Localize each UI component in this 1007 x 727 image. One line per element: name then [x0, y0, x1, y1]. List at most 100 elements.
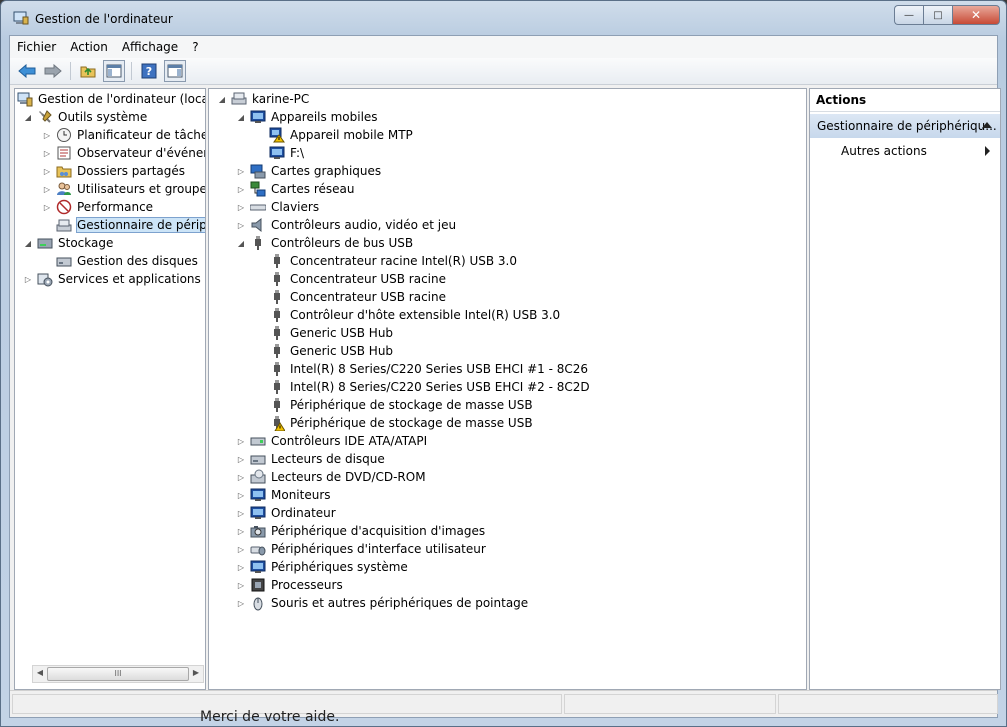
category-reseau[interactable]: ▷ Cartes réseau [236, 180, 354, 198]
tree-item-utilisateurs[interactable]: ▷ Utilisateurs et groupes l [42, 180, 205, 198]
scroll-right-arrow-icon[interactable]: ▶ [189, 666, 203, 680]
show-hide-action-pane-button[interactable] [164, 60, 186, 82]
expand-arrow-icon[interactable]: ▷ [236, 526, 246, 536]
expand-arrow-icon[interactable]: ▷ [236, 220, 246, 230]
expand-arrow-icon[interactable]: ▷ [236, 490, 246, 500]
actions-group-label: Gestionnaire de périphériqu... [817, 119, 997, 133]
collapse-arrow-icon[interactable]: ◢ [236, 238, 246, 248]
actions-group-device-manager[interactable]: Gestionnaire de périphériqu... [810, 114, 1000, 138]
tree-item-stockage[interactable]: ◢ Stockage [23, 234, 113, 252]
usb-device-item[interactable]: Concentrateur USB racine [255, 270, 446, 288]
menu-help[interactable]: ? [185, 40, 205, 54]
category-dvd[interactable]: ▷ Lecteurs de DVD/CD-ROM [236, 468, 426, 486]
collapse-arrow-icon[interactable]: ◢ [23, 238, 33, 248]
expand-arrow-icon[interactable]: ▷ [236, 544, 246, 554]
collapse-caret-icon[interactable] [982, 122, 992, 128]
menu-fichier[interactable]: Fichier [10, 40, 63, 54]
tree-item-planif[interactable]: ▷ Planificateur de tâches [42, 126, 205, 144]
forward-button[interactable] [42, 60, 64, 82]
autres-actions-menu[interactable]: Autres actions [810, 140, 1000, 162]
expand-arrow-icon[interactable]: ▷ [236, 508, 246, 518]
tree-item-performance[interactable]: ▷ Performance [42, 198, 153, 216]
mobile-warning-icon [269, 127, 285, 143]
show-hide-tree-button[interactable] [103, 60, 125, 82]
category-hid[interactable]: ▷ Périphériques d'interface utilisateur [236, 540, 486, 558]
computer-icon [250, 505, 266, 521]
device-mtp[interactable]: Appareil mobile MTP [255, 126, 413, 144]
category-souris[interactable]: ▷ Souris et autres périphériques de poin… [236, 594, 528, 612]
category-usb[interactable]: ◢ Contrôleurs de bus USB [236, 234, 413, 252]
tree-item-observateur[interactable]: ▷ Observateur d'événeme [42, 144, 205, 162]
category-mobiles[interactable]: ◢ Appareils mobiles [236, 108, 378, 126]
usb-plug-icon [269, 253, 285, 269]
usb-device-item[interactable]: Generic USB Hub [255, 324, 393, 342]
category-lecteurs-disque[interactable]: ▷ Lecteurs de disque [236, 450, 385, 468]
device-f-drive[interactable]: F:\ [255, 144, 304, 162]
expand-arrow-icon[interactable]: ▷ [236, 598, 246, 608]
device-root[interactable]: ◢ karine-PC [217, 90, 309, 108]
usb-device-item[interactable]: Intel(R) 8 Series/C220 Series USB EHCI #… [255, 378, 590, 396]
expand-arrow-icon[interactable]: ▷ [23, 274, 33, 284]
usb-device-item[interactable]: Generic USB Hub [255, 342, 393, 360]
maximize-button[interactable]: □ [923, 5, 952, 25]
horizontal-scrollbar[interactable]: ◀ III ▶ [32, 665, 204, 683]
expand-arrow-icon[interactable]: ▷ [236, 562, 246, 572]
expand-arrow-icon[interactable]: ▷ [236, 436, 246, 446]
category-acquisition[interactable]: ▷ Périphérique d'acquisition d'images [236, 522, 485, 540]
title-bar[interactable]: Gestion de l'ordinateur — □ ✕ [1, 1, 1006, 35]
menu-affichage[interactable]: Affichage [115, 40, 185, 54]
category-claviers[interactable]: ▷ Claviers [236, 198, 319, 216]
tree-item-services[interactable]: ▷ Services et applications [23, 270, 201, 288]
tree-item-gestionnaire[interactable]: Gestionnaire de périphé [42, 216, 205, 234]
actions-pane: Actions Gestionnaire de périphériqu... A… [809, 88, 1001, 690]
close-button[interactable]: ✕ [952, 5, 1000, 25]
usb-device-item[interactable]: Concentrateur USB racine [255, 288, 446, 306]
mouse-icon [250, 595, 266, 611]
scroll-left-arrow-icon[interactable]: ◀ [33, 666, 47, 680]
collapse-arrow-icon[interactable]: ◢ [217, 94, 227, 104]
collapse-arrow-icon[interactable]: ◢ [23, 112, 33, 122]
expand-arrow-icon[interactable]: ▷ [42, 148, 52, 158]
console-tree-pane[interactable]: Gestion de l'ordinateur (local) ◢ Outils… [14, 88, 206, 690]
menu-action[interactable]: Action [63, 40, 115, 54]
console-tree-icon [106, 64, 122, 78]
usb-device-item[interactable]: Périphérique de stockage de masse USB [255, 414, 533, 432]
category-ordinateur[interactable]: ▷ Ordinateur [236, 504, 336, 522]
clock-icon [56, 127, 72, 143]
expand-arrow-icon[interactable]: ▷ [236, 580, 246, 590]
toolbar: ? [10, 58, 997, 85]
category-ide[interactable]: ▷ Contrôleurs IDE ATA/ATAPI [236, 432, 427, 450]
expand-arrow-icon[interactable]: ▷ [236, 472, 246, 482]
scroll-thumb[interactable]: III [47, 667, 189, 681]
collapse-arrow-icon[interactable]: ◢ [236, 112, 246, 122]
up-folder-button[interactable] [77, 60, 99, 82]
menu-bar: Fichier Action Affichage ? [10, 36, 997, 59]
usb-device-item[interactable]: Contrôleur d'hôte extensible Intel(R) US… [255, 306, 560, 324]
expand-arrow-icon[interactable]: ▷ [42, 130, 52, 140]
device-manager-icon [56, 217, 72, 233]
expand-arrow-icon[interactable]: ▷ [236, 184, 246, 194]
category-moniteurs[interactable]: ▷ Moniteurs [236, 486, 331, 504]
usb-plug-icon [269, 343, 285, 359]
category-processeurs[interactable]: ▷ Processeurs [236, 576, 343, 594]
expand-arrow-icon[interactable]: ▷ [236, 202, 246, 212]
tree-item-outils[interactable]: ◢ Outils système [23, 108, 147, 126]
expand-arrow-icon[interactable]: ▷ [236, 166, 246, 176]
category-audio[interactable]: ▷ Contrôleurs audio, vidéo et jeu [236, 216, 456, 234]
back-button[interactable] [16, 60, 38, 82]
tree-item-disques[interactable]: Gestion des disques [42, 252, 198, 270]
device-manager-pane[interactable]: ◢ karine-PC ◢ Appareils mobiles Appareil… [208, 88, 807, 690]
usb-device-item[interactable]: Périphérique de stockage de masse USB [255, 396, 533, 414]
category-systeme[interactable]: ▷ Périphériques système [236, 558, 408, 576]
minimize-button[interactable]: — [894, 5, 923, 25]
expand-arrow-icon[interactable]: ▷ [236, 454, 246, 464]
expand-arrow-icon[interactable]: ▷ [42, 202, 52, 212]
expand-arrow-icon[interactable]: ▷ [42, 166, 52, 176]
help-button[interactable]: ? [138, 60, 160, 82]
tree-item-dossiers[interactable]: ▷ Dossiers partagés [42, 162, 185, 180]
usb-device-item[interactable]: Intel(R) 8 Series/C220 Series USB EHCI #… [255, 360, 588, 378]
expand-arrow-icon[interactable]: ▷ [42, 184, 52, 194]
usb-device-item[interactable]: Concentrateur racine Intel(R) USB 3.0 [255, 252, 517, 270]
category-graphiques[interactable]: ▷ Cartes graphiques [236, 162, 381, 180]
tree-item-root[interactable]: Gestion de l'ordinateur (local) [17, 90, 205, 108]
